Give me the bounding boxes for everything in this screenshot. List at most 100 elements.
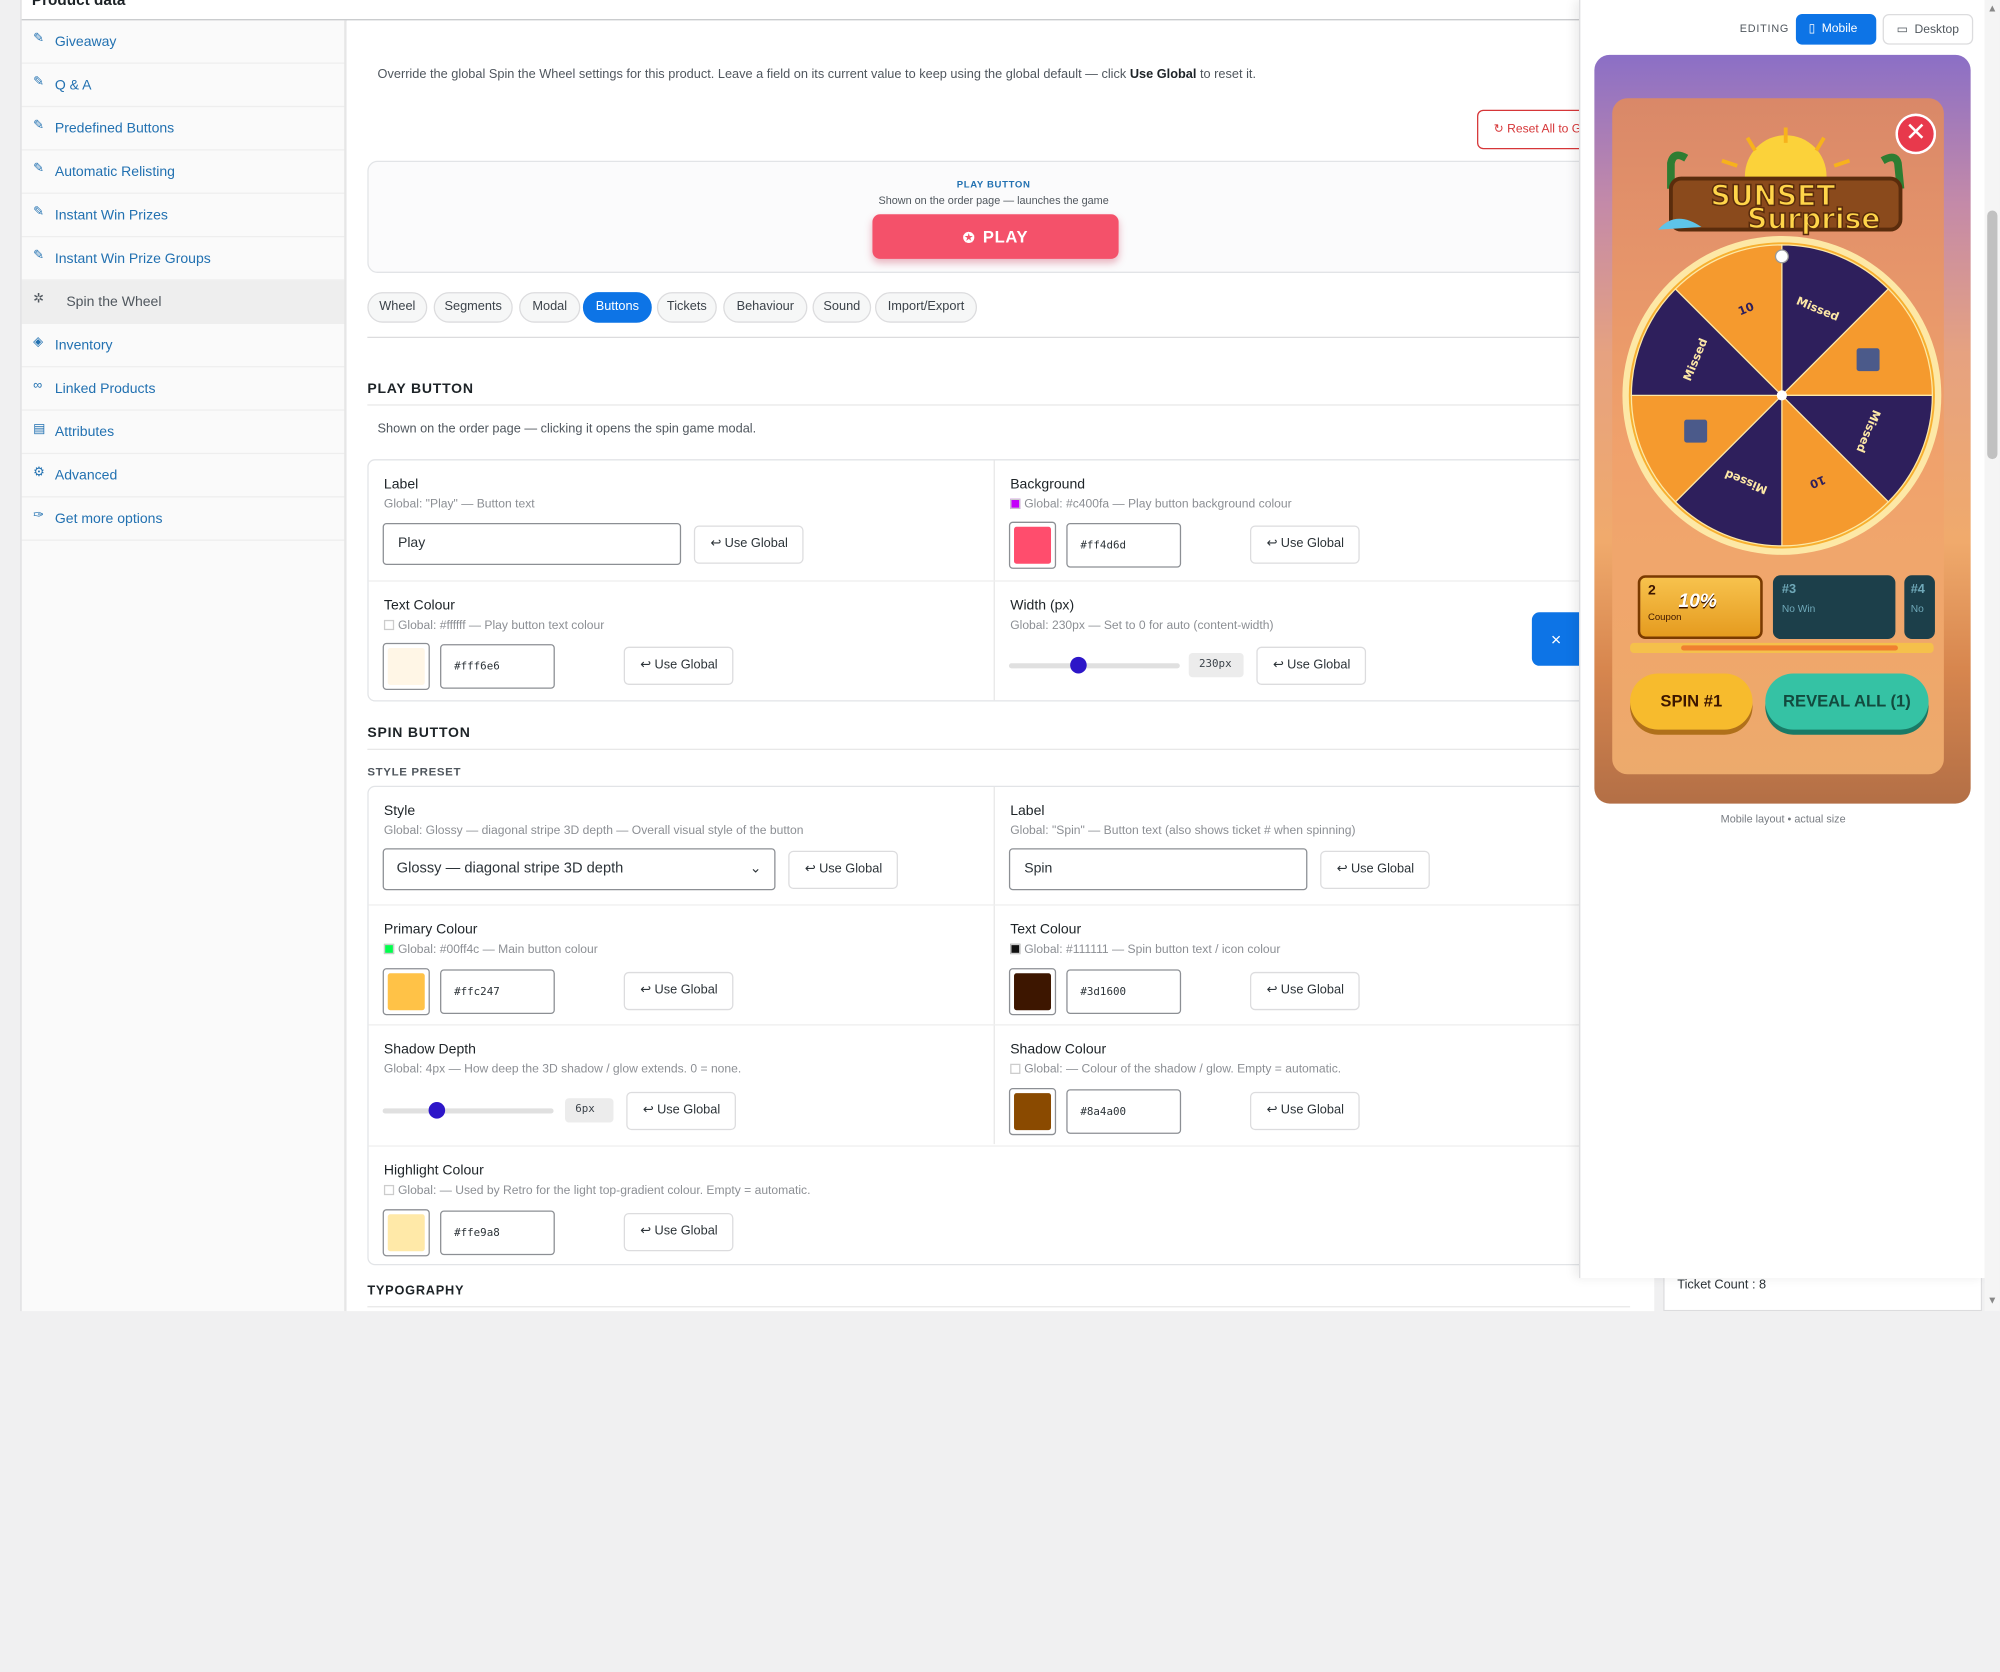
logo-line2: Surprise bbox=[1747, 202, 1880, 235]
spin-highlight-colour-field: Highlight Colour Global: — Used by Retro… bbox=[369, 1147, 994, 1267]
close-preview-fab[interactable]: × bbox=[1531, 612, 1581, 666]
global-colour-swatch bbox=[1010, 943, 1021, 955]
link-icon: ∞ bbox=[33, 378, 43, 393]
global-colour-swatch bbox=[1010, 1063, 1021, 1074]
sidebar-item-predefined-buttons[interactable]: ✎ Predefined Buttons bbox=[21, 107, 345, 151]
spin-label-field: Label Global: "Spin" — Button text (also… bbox=[995, 787, 1620, 907]
wrench-icon: ✎ bbox=[33, 31, 44, 46]
tab-behaviour[interactable]: Behaviour bbox=[723, 292, 808, 323]
play-width-use-global-button[interactable]: ↩ Use Global bbox=[1256, 646, 1367, 685]
play-text-colour-use-global-button[interactable]: ↩ Use Global bbox=[623, 646, 734, 685]
editing-label: EDITING bbox=[1739, 21, 1790, 35]
ticket-card[interactable]: #4 No bbox=[1904, 575, 1935, 640]
spin-highlight-colour-swatch[interactable] bbox=[382, 1209, 430, 1257]
spin-button-section-title: SPIN BUTTON bbox=[367, 725, 471, 742]
mobile-preview: SUNSET Surprise ✕ Missed Missed 10 Missed Mi… bbox=[1594, 54, 1971, 804]
sidebar-item-linked-products[interactable]: ∞ Linked Products bbox=[21, 367, 345, 411]
play-button-fields: Label Global: "Play" — Button text Play … bbox=[367, 459, 1631, 702]
play-background-swatch[interactable] bbox=[1008, 521, 1057, 569]
sidebar-item-qa[interactable]: ✎ Q & A bbox=[21, 64, 345, 108]
desktop-mode-button[interactable]: ▭ Desktop bbox=[1882, 14, 1974, 45]
wrench-icon: ✎ bbox=[33, 75, 44, 90]
spin-shadow-colour-swatch[interactable] bbox=[1008, 1088, 1057, 1136]
sidebar-item-giveaway[interactable]: ✎ Giveaway bbox=[21, 20, 345, 64]
tab-import-export[interactable]: Import/Export bbox=[874, 292, 978, 323]
modal-close-button[interactable]: ✕ bbox=[1895, 113, 1937, 155]
tab-wheel[interactable]: Wheel bbox=[367, 292, 428, 323]
spin-text-colour-swatch[interactable] bbox=[1008, 968, 1057, 1016]
spin-highlight-colour-hex-input[interactable]: #ffe9a8 bbox=[440, 1210, 555, 1256]
scrollbar-thumb[interactable] bbox=[1987, 210, 1998, 460]
play-label-use-global-button[interactable]: ↩ Use Global bbox=[693, 525, 804, 564]
spin-shadow-colour-use-global-button[interactable]: ↩ Use Global bbox=[1249, 1091, 1360, 1131]
play-label-field: Label Global: "Play" — Button text Play … bbox=[369, 460, 994, 580]
ticket-card[interactable]: #3 No Win bbox=[1772, 575, 1896, 640]
spin-label-input[interactable]: Spin bbox=[1008, 848, 1308, 891]
sidebar-item-automatic-relisting[interactable]: ✎ Automatic Relisting bbox=[21, 151, 345, 194]
play-preview-button[interactable]: ✪ PLAY bbox=[872, 214, 1119, 259]
list-icon: ▤ bbox=[33, 422, 46, 437]
sidebar-item-instant-win-prizes[interactable]: ✎ Instant Win Prizes bbox=[21, 194, 345, 238]
global-colour-swatch bbox=[383, 943, 395, 955]
global-colour-swatch bbox=[1010, 498, 1021, 509]
sidebar-item-attributes[interactable]: ▤ Attributes bbox=[21, 411, 345, 455]
spin-shadow-colour-hex-input[interactable]: #8a4a00 bbox=[1066, 1089, 1182, 1134]
play-background-use-global-button[interactable]: ↩ Use Global bbox=[1249, 525, 1360, 564]
spin-shadow-colour-field: Shadow Colour Global: — Colour of the sh… bbox=[995, 1026, 1620, 1146]
slider-knob[interactable] bbox=[428, 1102, 446, 1119]
spin-text-colour-hex-input[interactable]: #3d1600 bbox=[1066, 969, 1182, 1015]
play-width-slider[interactable] bbox=[1008, 656, 1180, 674]
tickets-scroll-bar[interactable] bbox=[1630, 642, 1934, 654]
scroll-up-icon[interactable]: ▲ bbox=[1987, 3, 1997, 14]
spin-style-use-global-button[interactable]: ↩ Use Global bbox=[788, 850, 898, 890]
spin-label-use-global-button[interactable]: ↩ Use Global bbox=[1320, 850, 1430, 890]
monitor-icon: ▭ bbox=[1896, 22, 1909, 37]
tab-buttons[interactable]: Buttons bbox=[582, 292, 652, 323]
play-text-colour-swatch[interactable] bbox=[382, 642, 430, 691]
sunset-surprise-logo: SUNSET Surprise bbox=[1658, 127, 1905, 236]
spin-primary-colour-swatch[interactable] bbox=[382, 968, 430, 1016]
spin-button[interactable]: SPIN #1 bbox=[1630, 673, 1753, 730]
spin-primary-colour-hex-input[interactable]: #ffc247 bbox=[440, 969, 555, 1015]
scroll-down-icon[interactable]: ▼ bbox=[1987, 1295, 1997, 1306]
tab-segments[interactable]: Segments bbox=[433, 292, 513, 323]
ticket-card[interactable]: 2 10% Coupon bbox=[1637, 575, 1763, 640]
sidebar-item-inventory[interactable]: ◈ Inventory bbox=[21, 324, 345, 368]
play-width-value: 230px bbox=[1188, 653, 1244, 678]
tab-sound[interactable]: Sound bbox=[812, 292, 872, 323]
play-text-colour-field: Text Colour Global: #ffffff — Play butto… bbox=[369, 582, 994, 702]
spin-shadow-depth-slider[interactable] bbox=[382, 1102, 554, 1119]
mobile-mode-button[interactable]: ▯ Mobile bbox=[1795, 14, 1877, 45]
sidebar-item-spin-the-wheel[interactable]: ✲ Spin the Wheel bbox=[21, 280, 345, 324]
sidebar-item-get-more-options[interactable]: ✑ Get more options bbox=[21, 497, 345, 541]
wheel-icon: ✲ bbox=[33, 292, 44, 307]
page-title: Product data bbox=[31, 0, 126, 9]
tab-modal[interactable]: Modal bbox=[519, 292, 581, 323]
sidebar-item-instant-win-prize-groups[interactable]: ✎ Instant Win Prize Groups bbox=[21, 237, 345, 281]
spin-style-select[interactable]: Glossy — diagonal stripe 3D depth ⌄ bbox=[382, 848, 776, 891]
wrench-icon: ✎ bbox=[33, 118, 44, 133]
plugin-icon: ✑ bbox=[33, 508, 44, 523]
product-data-header: Product data bbox=[21, 0, 1655, 21]
reveal-all-button[interactable]: REVEAL ALL (1) bbox=[1765, 673, 1929, 730]
global-colour-swatch bbox=[383, 1184, 395, 1196]
play-width-field: Width (px) Global: 230px — Set to 0 for … bbox=[995, 582, 1620, 702]
sidebar-item-advanced[interactable]: ⚙ Advanced bbox=[21, 454, 345, 498]
play-text-colour-hex-input[interactable]: #fff6e6 bbox=[440, 644, 555, 689]
spin-shadow-depth-field: Shadow Depth Global: 4px — How deep the … bbox=[369, 1026, 994, 1146]
spin-text-colour-use-global-button[interactable]: ↩ Use Global bbox=[1249, 971, 1360, 1011]
tickets-strip: 2 10% Coupon #3 No Win #4 No bbox=[1630, 575, 1936, 646]
play-preview-title: PLAY BUTTON bbox=[956, 178, 1031, 191]
gear-icon: ⚙ bbox=[33, 465, 45, 480]
play-background-hex-input[interactable]: #ff4d6d bbox=[1066, 522, 1182, 568]
prize-wheel[interactable]: MissedMissed10MissedMissed10 bbox=[1620, 233, 1945, 558]
play-label-input[interactable]: Play bbox=[382, 522, 682, 566]
play-button-section-desc: Shown on the order page — clicking it op… bbox=[377, 422, 757, 437]
spin-shadow-depth-use-global-button[interactable]: ↩ Use Global bbox=[626, 1091, 736, 1131]
tab-tickets[interactable]: Tickets bbox=[656, 292, 717, 323]
page-scrollbar[interactable]: ▲ ▼ bbox=[1984, 0, 2000, 1312]
prize-image-icon bbox=[1684, 419, 1708, 443]
slider-knob[interactable] bbox=[1070, 656, 1088, 674]
spin-primary-colour-use-global-button[interactable]: ↩ Use Global bbox=[623, 971, 734, 1011]
spin-highlight-colour-use-global-button[interactable]: ↩ Use Global bbox=[623, 1213, 734, 1252]
